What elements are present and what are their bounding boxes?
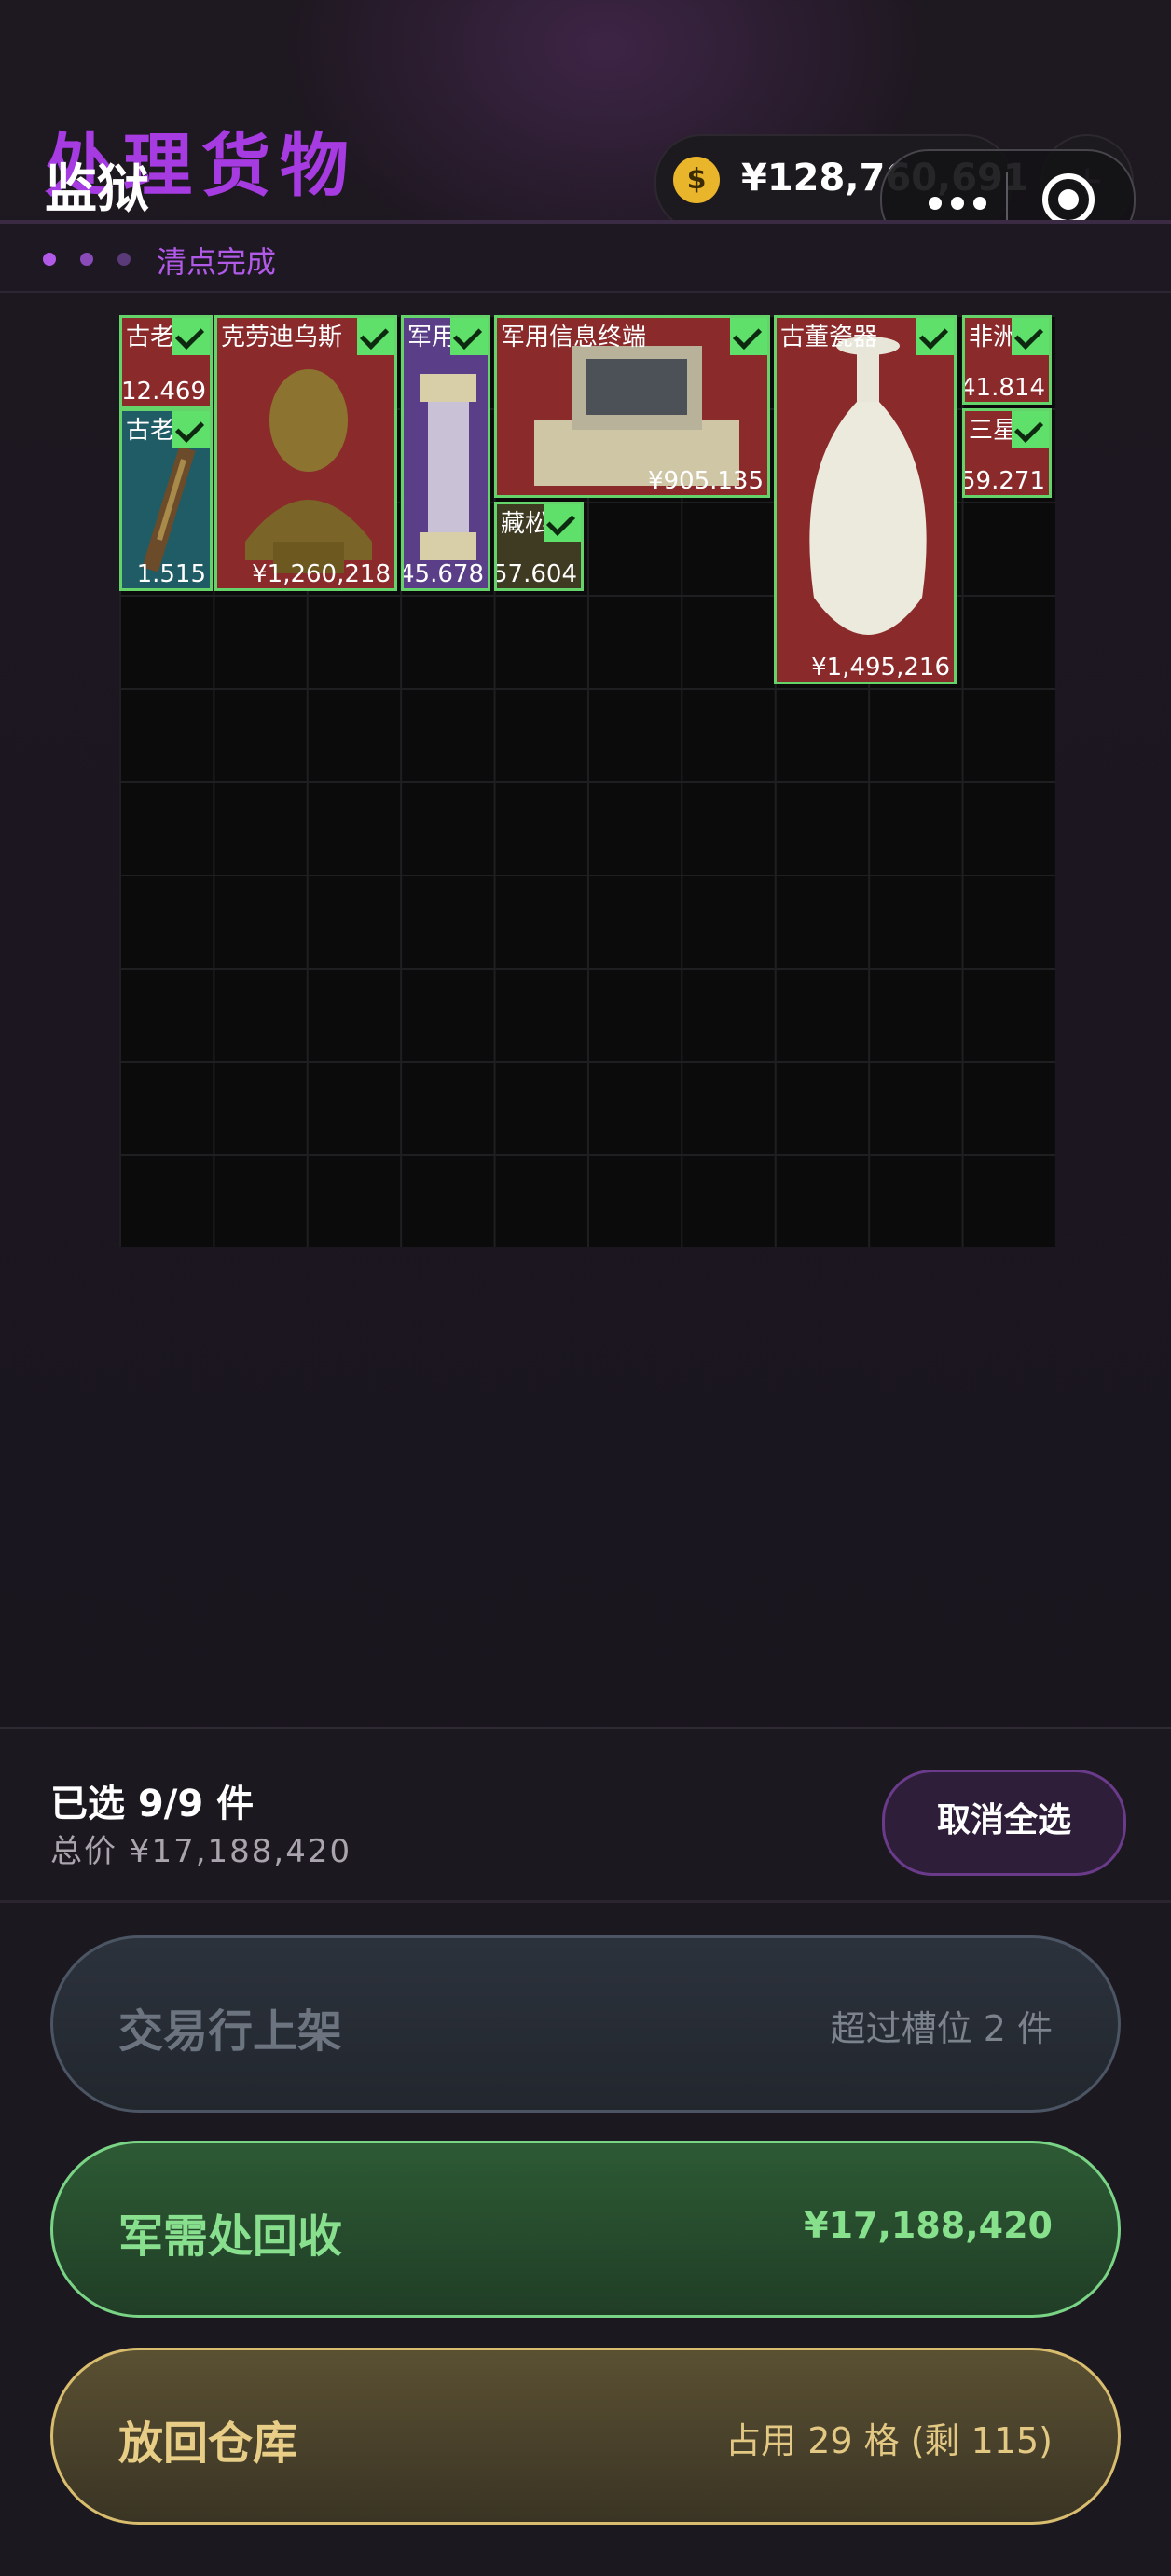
item-name: 非洲 [969, 324, 1018, 351]
step-dot-2 [80, 253, 93, 266]
item-price: 1.515 [136, 560, 206, 588]
item-name: 古老 [126, 324, 175, 351]
recycle-label: 军需处回收 [118, 2211, 343, 2263]
item-name: 古董瓷器 [780, 324, 878, 351]
check-icon [1012, 318, 1049, 355]
item-price: 59.271 [962, 467, 1045, 495]
item-price: 57.604 [494, 560, 577, 588]
inventory-item[interactable]: 藏松 57.604 [494, 502, 584, 591]
close-target-icon[interactable] [1042, 173, 1095, 226]
inventory-item[interactable]: 非洲 41.814 [962, 315, 1052, 405]
market-listing-info: 超过槽位 2 件 [830, 2008, 1053, 2049]
return-info: 占用 29 格 (剩 115) [725, 2420, 1053, 2461]
check-icon [730, 318, 767, 355]
bust-image [245, 369, 372, 573]
check-icon [916, 318, 954, 355]
check-icon [450, 318, 488, 355]
selected-total: 总价 ¥17,188,420 [50, 1833, 352, 1870]
item-price: 12.469 [121, 378, 206, 406]
inventory-item[interactable]: 三星 59.271 [962, 408, 1052, 498]
more-icon[interactable] [929, 196, 996, 214]
inventory-item[interactable]: 古老 1.515 [119, 408, 213, 591]
header: 处理货物 监狱 $ ¥128,760,691 + [0, 0, 1171, 250]
vase-image [809, 337, 927, 635]
item-name: 军用 [407, 324, 457, 351]
inventory-item[interactable]: 古老 12.469 [119, 315, 213, 408]
market-listing-label: 交易行上架 [118, 2005, 343, 2058]
item-price: ¥905.135 [647, 467, 764, 495]
item-name: 三星 [969, 417, 1018, 445]
return-to-storage-button[interactable]: 放回仓库 占用 29 格 (剩 115) [50, 2348, 1121, 2525]
canister-image [420, 374, 476, 560]
item-price: ¥1,260,218 [252, 560, 391, 588]
page-title: 监狱 [45, 159, 149, 220]
inventory-item[interactable]: 军用信息终端 ¥905.135 [494, 315, 770, 498]
panel-divider [0, 1900, 1171, 1903]
check-icon [1012, 411, 1049, 448]
market-listing-button[interactable]: 交易行上架 超过槽位 2 件 [50, 1935, 1121, 2113]
inventory-grid: 古老 12.469 克劳迪乌斯 ¥1,260,218 军用 45.678 军用信… [119, 315, 1055, 1247]
check-icon [172, 411, 210, 448]
recycle-value: ¥17,188,420 [804, 2205, 1053, 2246]
inventory-item[interactable]: 古董瓷器 ¥1,495,216 [774, 315, 957, 684]
check-icon [544, 504, 581, 542]
recycle-button[interactable]: 军需处回收 ¥17,188,420 [50, 2141, 1121, 2318]
item-name: 军用信息终端 [501, 324, 647, 351]
capsule-divider [1006, 172, 1008, 227]
item-name: 古老 [126, 417, 175, 445]
selected-count: 已选 9/9 件 [50, 1783, 255, 1825]
item-name: 藏松 [501, 510, 550, 538]
item-price: 45.678 [401, 560, 484, 588]
check-icon [357, 318, 394, 355]
item-price: 41.814 [962, 374, 1045, 402]
coin-icon: $ [673, 157, 720, 203]
step-dot-3 [117, 253, 131, 266]
step-dot-1 [43, 253, 56, 266]
inventory-item[interactable]: 军用 45.678 [401, 315, 490, 591]
item-name: 克劳迪乌斯 [221, 324, 343, 351]
return-label: 放回仓库 [118, 2418, 298, 2470]
inventory-item[interactable]: 克劳迪乌斯 ¥1,260,218 [214, 315, 397, 591]
item-price: ¥1,495,216 [811, 654, 950, 682]
deselect-all-button[interactable]: 取消全选 [882, 1770, 1126, 1876]
check-icon [172, 318, 210, 355]
status-text: 清点完成 [157, 244, 277, 280]
